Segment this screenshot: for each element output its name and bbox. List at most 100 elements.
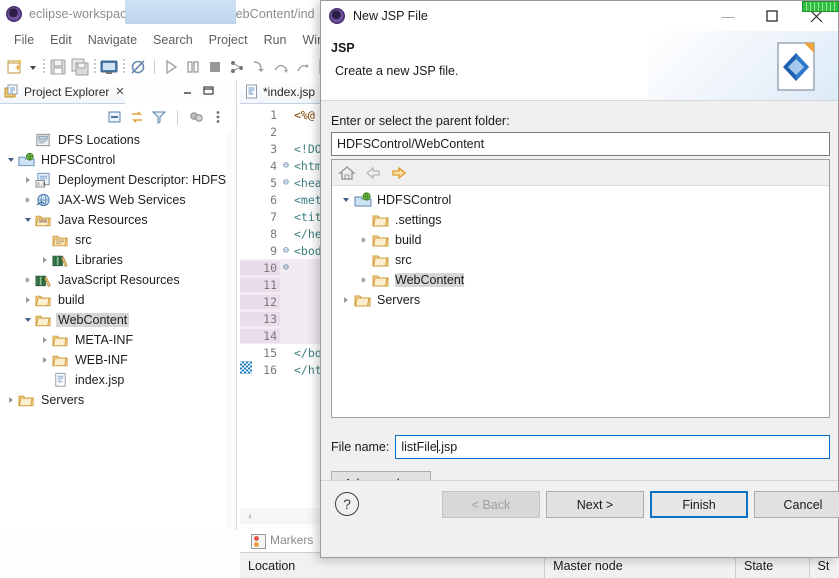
file-name-input[interactable]: listFile.jsp: [395, 435, 830, 459]
jsp-new-file-banner-icon: [774, 39, 822, 94]
tree-item-index-jsp[interactable]: index.jsp: [0, 370, 236, 390]
line-number: 7: [270, 209, 277, 224]
tab-markers[interactable]: Markers: [244, 528, 319, 552]
tree-item-hdfscontrol[interactable]: HDFSControl: [0, 150, 236, 170]
chevron-right-icon[interactable]: [21, 293, 35, 307]
chevron-right-icon[interactable]: [21, 193, 35, 207]
step-into-icon[interactable]: [249, 57, 269, 77]
chevron-down-icon[interactable]: [21, 213, 35, 227]
step-over-icon[interactable]: [271, 57, 291, 77]
tab-label: *index.jsp: [263, 84, 316, 99]
dialog-tree-item-label: build: [395, 233, 422, 247]
tree-item-deployment-descriptor-hdfs[interactable]: 3.0 Deployment Descriptor: HDFS(: [0, 170, 236, 190]
maximize-button[interactable]: [750, 1, 794, 31]
parent-folder-input[interactable]: HDFSControl/WebContent: [331, 132, 830, 156]
dialog-tree-item-hdfscontrol[interactable]: HDFSControl: [332, 190, 829, 210]
new-dropdown-icon[interactable]: [27, 57, 39, 77]
stop-icon[interactable]: [205, 57, 225, 77]
skip-breakpoints-icon[interactable]: [128, 57, 148, 77]
fold-toggle-icon[interactable]: ⊖: [280, 177, 292, 188]
tab-project-explorer[interactable]: Project Explorer ✕: [0, 80, 125, 104]
chevron-right-icon[interactable]: [38, 253, 52, 267]
tab-index-jsp[interactable]: *index.jsp: [240, 80, 322, 104]
step-return-icon[interactable]: [293, 57, 313, 77]
save-all-icon[interactable]: [70, 57, 90, 77]
view-filter-icon[interactable]: [151, 109, 167, 125]
chevron-right-icon[interactable]: [21, 273, 35, 287]
folder-tree-toolbar: [332, 160, 829, 186]
menu-item-run[interactable]: Run: [256, 31, 295, 49]
view-menu-icon[interactable]: [210, 109, 226, 125]
fold-toggle-icon[interactable]: ⊖: [280, 262, 292, 273]
chevron-right-icon[interactable]: [338, 292, 354, 308]
help-button[interactable]: ?: [335, 492, 359, 516]
tree-item-dfs-locations[interactable]: DFS Locations: [0, 130, 236, 150]
chevron-right-icon[interactable]: [38, 333, 52, 347]
menu-item-edit[interactable]: Edit: [42, 31, 80, 49]
tree-item-libraries[interactable]: Libraries: [0, 250, 236, 270]
menu-item-file[interactable]: File: [6, 31, 42, 49]
tree-item-label: JAX-WS Web Services: [58, 193, 186, 207]
fold-toggle-icon[interactable]: ⊖: [280, 245, 292, 256]
save-icon[interactable]: [48, 57, 68, 77]
folder-tree-rows[interactable]: HDFSControl .settings build src WebContent Se…: [332, 186, 829, 310]
run-icon[interactable]: [161, 57, 181, 77]
collapse-all-icon[interactable]: [107, 109, 123, 125]
new-wizard-icon[interactable]: [5, 57, 25, 77]
working-sets-icon[interactable]: [188, 109, 204, 125]
tree-item-servers[interactable]: Servers: [0, 390, 236, 410]
tree-item-java-resources[interactable]: Java Resources: [0, 210, 236, 230]
chevron-right-icon[interactable]: [356, 232, 372, 248]
chevron-down-icon[interactable]: [21, 313, 35, 327]
dialog-tree-item-label: .settings: [395, 213, 442, 227]
console-icon[interactable]: [99, 57, 119, 77]
dialog-tree-item-build[interactable]: build: [332, 230, 829, 250]
jax-ws-icon: [35, 192, 52, 208]
tree-item-src[interactable]: src: [0, 230, 236, 250]
scroll-left-icon[interactable]: ‹: [244, 510, 256, 522]
dialog-tree-item-label: Servers: [377, 293, 421, 307]
line-number: 15: [263, 345, 277, 360]
minimize-button[interactable]: —: [706, 1, 750, 31]
dialog-tree-item-src[interactable]: src: [332, 250, 829, 270]
debug-icon[interactable]: [227, 57, 247, 77]
tree-item-javascript-resources[interactable]: JavaScript Resources: [0, 270, 236, 290]
maximize-icon[interactable]: [203, 85, 214, 96]
tree-item-meta-inf[interactable]: META-INF: [0, 330, 236, 350]
svg-text:3.0: 3.0: [37, 182, 46, 188]
dialog-tree-item-webcontent[interactable]: WebContent: [332, 270, 829, 290]
cancel-button[interactable]: Cancel: [754, 491, 839, 518]
tree-item-jax-ws-web-services[interactable]: JAX-WS Web Services: [0, 190, 236, 210]
menu-item-search[interactable]: Search: [145, 31, 201, 49]
chevron-right-icon[interactable]: [21, 173, 35, 187]
home-icon[interactable]: [338, 164, 356, 182]
folder-tree-panel: HDFSControl .settings build src WebContent Se…: [331, 159, 830, 418]
dialog-tree-item-settings[interactable]: .settings: [332, 210, 829, 230]
chevron-down-icon[interactable]: [338, 192, 354, 208]
menu-item-project[interactable]: Project: [201, 31, 256, 49]
project-explorer-tree[interactable]: DFS Locations HDFSControl 3.0 Deployment De…: [0, 130, 236, 530]
chevron-right-icon[interactable]: [38, 353, 52, 367]
link-with-editor-icon[interactable]: [129, 109, 145, 125]
chevron-right-icon[interactable]: [356, 272, 372, 288]
project-explorer-scrollbar[interactable]: [226, 130, 236, 530]
menu-item-navigate[interactable]: Navigate: [80, 31, 145, 49]
chevron-right-icon[interactable]: [4, 393, 18, 407]
sash-divider[interactable]: [236, 80, 237, 530]
line-number: 8: [270, 226, 277, 241]
pause-icon[interactable]: [183, 57, 203, 77]
forward-icon[interactable]: [390, 164, 408, 182]
dialog-tree-item-servers[interactable]: Servers: [332, 290, 829, 310]
close-icon[interactable]: ✕: [115, 85, 124, 98]
tree-item-build[interactable]: build: [0, 290, 236, 310]
tree-item-web-inf[interactable]: WEB-INF: [0, 350, 236, 370]
chevron-down-icon[interactable]: [4, 153, 18, 167]
tree-item-webcontent[interactable]: WebContent: [0, 310, 236, 330]
finish-button[interactable]: Finish: [650, 491, 748, 518]
next-button[interactable]: Next >: [546, 491, 644, 518]
back-icon[interactable]: [364, 164, 382, 182]
eclipse-logo-icon: [329, 8, 345, 24]
minimize-icon[interactable]: [182, 85, 193, 96]
fold-toggle-icon[interactable]: ⊖: [280, 160, 292, 171]
